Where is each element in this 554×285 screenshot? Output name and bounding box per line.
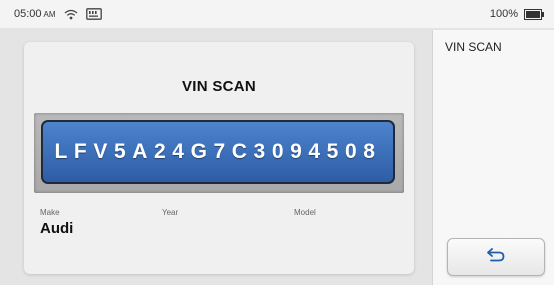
back-arrow-icon (485, 247, 507, 268)
sd-card-icon (85, 8, 102, 20)
model-label: Model (294, 208, 316, 217)
battery-icon (524, 8, 544, 20)
page-title: VIN SCAN (181, 78, 257, 95)
status-time-value: 05:00 (14, 8, 42, 20)
battery-fill (526, 10, 540, 18)
side-panel-title: VIN SCAN (445, 40, 502, 54)
back-button[interactable] (447, 238, 545, 276)
make-value: Audi (40, 220, 74, 237)
vin-frame: LFV5A24G7C3094508 (34, 113, 404, 193)
status-right: 100% (489, 8, 544, 20)
side-panel: VIN SCAN (432, 30, 554, 285)
status-time-ampm: AM (43, 10, 56, 19)
status-bar: 05:00 AM 100% (0, 0, 554, 28)
make-label: Make (40, 208, 60, 217)
year-label: Year (162, 208, 179, 217)
vin-scan-panel: VIN SCAN LFV5A24G7C3094508 Make Year Mod… (24, 42, 414, 274)
wifi-icon (64, 9, 78, 20)
vin-display: LFV5A24G7C3094508 (41, 120, 395, 184)
status-time: 05:00 AM (14, 8, 56, 20)
battery-percent: 100% (489, 8, 518, 20)
